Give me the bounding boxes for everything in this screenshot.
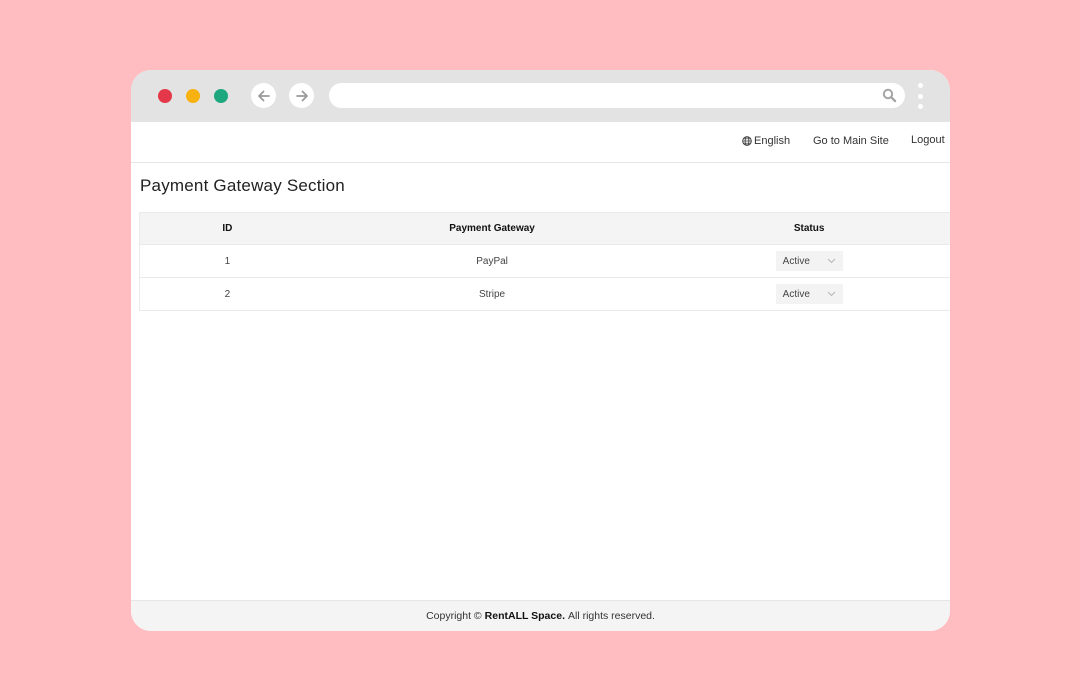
chevron-down-icon: [827, 258, 836, 264]
copyright-suffix: All rights reserved.: [567, 610, 655, 622]
copyright-prefix: Copyright ©: [426, 610, 482, 622]
language-selector[interactable]: English: [742, 135, 790, 147]
cell-gateway: Stripe: [479, 288, 506, 300]
table-row: 2 Stripe Active: [140, 277, 950, 310]
menu-kebab-icon[interactable]: [917, 83, 923, 109]
globe-icon: [742, 136, 752, 146]
arrow-right-icon: [295, 90, 308, 101]
back-button[interactable]: [251, 83, 276, 108]
address-bar[interactable]: [329, 83, 905, 108]
language-label: English: [754, 135, 791, 147]
logout-link[interactable]: Logout: [911, 134, 945, 146]
footer: Copyright © RentALL Space. All rights re…: [131, 600, 950, 631]
status-select[interactable]: Active: [775, 284, 843, 304]
forward-button[interactable]: [289, 83, 314, 108]
chevron-down-icon: [827, 291, 836, 297]
cell-gateway: PayPal: [476, 255, 508, 267]
column-header-id: ID: [222, 223, 233, 234]
minimize-window-button[interactable]: [186, 89, 200, 103]
main-site-link[interactable]: Go to Main Site: [813, 135, 889, 147]
close-window-button[interactable]: [158, 89, 172, 103]
brand-name: RentALL Space.: [484, 610, 565, 622]
status-value: Active: [782, 288, 810, 300]
table-row: 1 PayPal Active: [140, 244, 950, 277]
arrow-left-icon: [257, 90, 270, 101]
search-icon[interactable]: [882, 88, 897, 103]
status-select[interactable]: Active: [775, 251, 843, 271]
page-title: Payment Gateway Section: [140, 176, 345, 195]
table-header-row: ID Payment Gateway Status: [140, 213, 950, 244]
top-navigation: English Go to Main Site Logout: [131, 122, 950, 163]
cell-id: 1: [224, 255, 231, 267]
browser-window: English Go to Main Site Logout Payment G…: [131, 70, 950, 631]
browser-toolbar: [131, 70, 950, 122]
maximize-window-button[interactable]: [214, 89, 228, 103]
column-header-status: Status: [793, 223, 825, 234]
cell-id: 2: [224, 288, 231, 300]
column-header-gateway: Payment Gateway: [449, 223, 535, 234]
payment-gateway-table: ID Payment Gateway Status 1 PayPal Activ…: [139, 212, 950, 311]
status-value: Active: [782, 255, 810, 267]
